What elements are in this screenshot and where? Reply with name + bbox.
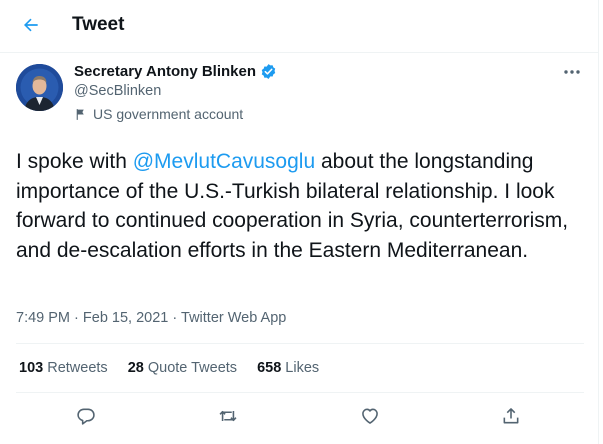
retweet-icon: [219, 410, 237, 422]
tweet-text: I spoke with @MevlutCavusoglu about the …: [16, 147, 584, 265]
retweets-label: Retweets: [47, 360, 108, 376]
like-button[interactable]: [356, 402, 384, 430]
share-icon: [503, 408, 519, 424]
like-icon: [362, 408, 378, 424]
tweet-date[interactable]: Feb 15, 2021: [83, 310, 168, 326]
reply-button[interactable]: [72, 402, 100, 430]
likes-count: 658: [257, 360, 282, 376]
separator-dot: ·: [172, 310, 178, 326]
retweets-stat[interactable]: 103 Retweets: [19, 360, 108, 376]
engagement-stats: 103 Retweets 28 Quote Tweets 658 Likes: [19, 360, 319, 376]
likes-label: Likes: [285, 360, 320, 376]
author-name-row: Secretary Antony Blinken: [74, 63, 277, 80]
divider: [16, 343, 584, 344]
government-account-text: US government account: [93, 106, 244, 122]
verified-badge-icon: [261, 64, 276, 79]
tweet-time[interactable]: 7:49 PM: [16, 310, 70, 326]
likes-stat[interactable]: 658 Likes: [257, 360, 319, 376]
page-title: Tweet: [72, 14, 125, 35]
page-header: Tweet: [0, 0, 598, 53]
author-name[interactable]: Secretary Antony Blinken: [74, 63, 256, 80]
retweet-button[interactable]: [214, 402, 242, 430]
more-icon: [564, 70, 580, 74]
tweet-source[interactable]: Twitter Web App: [181, 310, 286, 326]
flag-icon: [76, 108, 84, 120]
divider: [16, 392, 584, 393]
tweet-text-lead: I spoke with: [16, 150, 133, 173]
more-options-button[interactable]: [560, 62, 584, 82]
tweet-metadata: 7:49 PM · Feb 15, 2021 · Twitter Web App: [16, 310, 286, 326]
author-handle[interactable]: @SecBlinken: [74, 83, 161, 99]
avatar[interactable]: [16, 64, 63, 111]
tweet-detail-column: Tweet Secretary Antony Blinken @SecBlink…: [0, 0, 599, 444]
mention-link[interactable]: @MevlutCavusoglu: [133, 150, 315, 173]
reply-icon: [77, 408, 95, 425]
back-button[interactable]: [14, 8, 48, 42]
tweet-actions-bar: [0, 402, 598, 430]
share-button[interactable]: [497, 402, 525, 430]
back-arrow-icon: [24, 18, 38, 32]
quote-tweets-stat[interactable]: 28 Quote Tweets: [128, 360, 237, 376]
government-account-label: US government account: [74, 106, 243, 122]
separator-dot: ·: [74, 310, 79, 326]
quotes-label: Quote Tweets: [147, 360, 238, 376]
retweets-count: 103: [19, 360, 44, 376]
quotes-count: 28: [127, 360, 144, 376]
